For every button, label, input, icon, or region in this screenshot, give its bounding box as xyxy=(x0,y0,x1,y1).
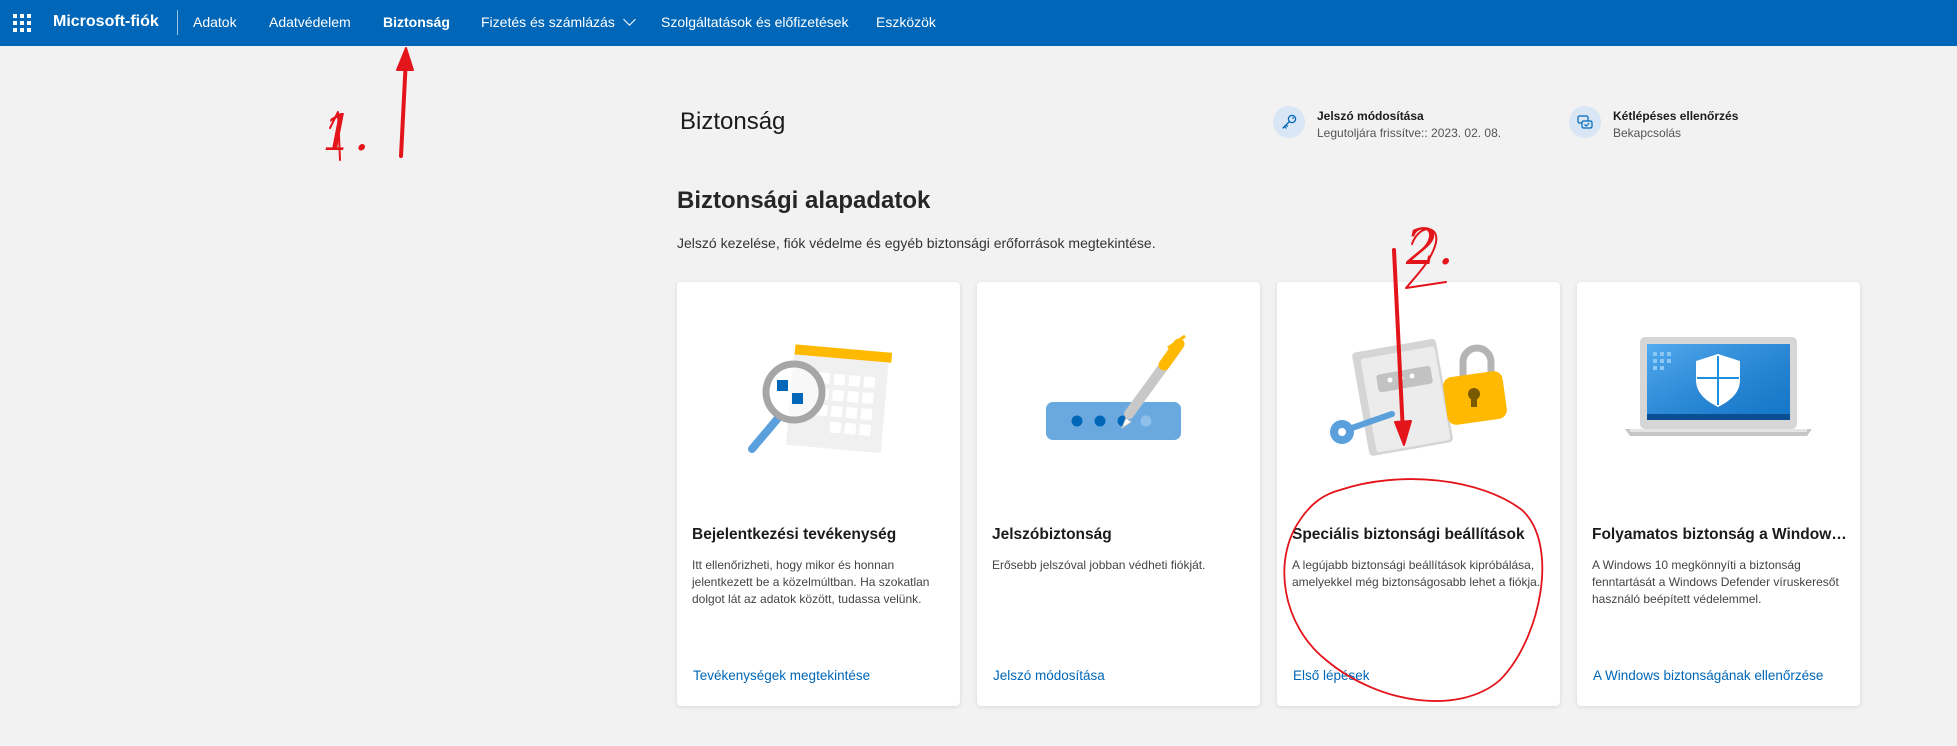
card-description: A Windows 10 megkönnyíti a biztonság fen… xyxy=(1592,558,1839,606)
nav-item-fizetes-label: Fizetés és számlázás xyxy=(481,14,615,30)
nav-item-eszkozok[interactable]: Eszközök xyxy=(876,14,936,30)
annotation-arrowhead-1 xyxy=(396,47,414,71)
nav-item-szolgaltatasok[interactable]: Szolgáltatások és előfizetések xyxy=(661,14,849,30)
change-password-link[interactable]: Jelszó módosítása xyxy=(993,668,1105,683)
windows-security-icon xyxy=(1577,332,1860,462)
nav-divider xyxy=(177,10,178,35)
annotation-label-1: 1. xyxy=(322,104,370,162)
card-sign-in-activity: Bejelentkezési tevékenység Itt ellenőriz… xyxy=(677,282,960,706)
card-title: Bejelentkezési tevékenység xyxy=(692,526,897,543)
annotation-arrow-1 xyxy=(399,56,408,158)
check-windows-security-link[interactable]: A Windows biztonságának ellenőrzése xyxy=(1593,668,1823,683)
card-title: Jelszóbiztonság xyxy=(992,526,1112,543)
change-password-subtitle: Legutoljára frissítve:: 2023. 02. 08. xyxy=(1317,126,1502,140)
brand-title[interactable]: Microsoft-fiók xyxy=(53,13,159,31)
password-security-icon xyxy=(977,332,1260,462)
two-step-verification-title: Kétlépéses ellenőrzés xyxy=(1613,109,1739,123)
key-icon xyxy=(1273,106,1305,138)
app-launcher-icon[interactable] xyxy=(13,14,31,32)
two-step-verification-quick-action[interactable]: Kétlépéses ellenőrzés Bekapcsolás xyxy=(1569,106,1738,140)
advanced-security-icon xyxy=(1277,332,1560,462)
view-activity-link[interactable]: Tevékenységek megtekintése xyxy=(693,668,870,683)
two-step-icon xyxy=(1569,106,1601,138)
nav-item-adatok[interactable]: Adatok xyxy=(193,14,237,30)
page-title: Biztonság xyxy=(680,108,786,135)
card-description: Itt ellenőrizheti, hogy mikor és honnan … xyxy=(692,558,930,606)
card-advanced-security: Speciális biztonsági beállítások A legúj… xyxy=(1277,282,1560,706)
annotation-label-2: 2. xyxy=(1406,218,1454,276)
card-windows-security: Folyamatos biztonság a Windows 10 rendsz… xyxy=(1577,282,1860,706)
change-password-title: Jelszó módosítása xyxy=(1317,109,1424,123)
card-title: Folyamatos biztonság a Windows 10 rendsz… xyxy=(1592,526,1852,543)
nav-item-fizetes[interactable]: Fizetés és számlázás xyxy=(481,13,636,30)
nav-item-biztonsag[interactable]: Biztonság xyxy=(383,14,450,30)
two-step-verification-subtitle: Bekapcsolás xyxy=(1613,126,1682,140)
top-navigation-bar: Microsoft-fiók Adatok Adatvédelem Bizton… xyxy=(0,0,1957,46)
get-started-link[interactable]: Első lépések xyxy=(1293,668,1370,683)
nav-item-adatvedelem[interactable]: Adatvédelem xyxy=(269,14,351,30)
card-description: Erősebb jelszóval jobban védheti fiókját… xyxy=(992,558,1206,572)
section-title: Biztonsági alapadatok xyxy=(677,187,931,214)
card-title: Speciális biztonsági beállítások xyxy=(1292,526,1525,543)
card-description: A legújabb biztonsági beállítások kiprób… xyxy=(1292,558,1541,589)
sign-in-activity-icon xyxy=(677,332,960,462)
change-password-quick-action[interactable]: Jelszó módosítása Legutoljára frissítve:… xyxy=(1273,106,1501,140)
card-password-security: Jelszóbiztonság Erősebb jelszóval jobban… xyxy=(977,282,1260,706)
section-description: Jelszó kezelése, fiók védelme és egyéb b… xyxy=(677,235,1156,251)
chevron-down-icon xyxy=(622,13,636,26)
